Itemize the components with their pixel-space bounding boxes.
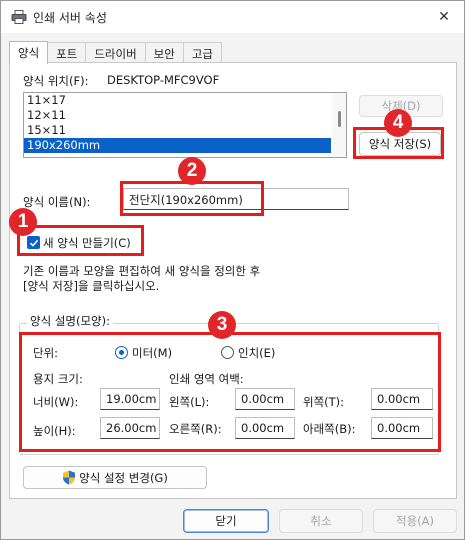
annotation-box-2 bbox=[120, 181, 264, 216]
list-item[interactable]: 11×17 bbox=[24, 93, 331, 108]
form-name-label: 양식 이름(N): bbox=[23, 195, 91, 209]
annotation-badge-3: 3 bbox=[208, 311, 236, 339]
close-icon[interactable]: ✕ bbox=[431, 5, 457, 29]
forms-location-value: DESKTOP-MFC9VOF bbox=[107, 73, 220, 87]
list-item[interactable]: 15×11 bbox=[24, 123, 331, 138]
apply-button[interactable]: 적용(A) bbox=[373, 509, 457, 533]
forms-list[interactable]: 11×17 12×11 15×11 190x260mm bbox=[23, 92, 347, 158]
list-scrollbar[interactable] bbox=[332, 93, 346, 157]
cancel-button[interactable]: 취소 bbox=[279, 509, 363, 533]
annotation-badge-4: 4 bbox=[384, 109, 412, 137]
list-item-selected[interactable]: 190x260mm bbox=[24, 138, 331, 153]
scrollbar-thumb[interactable] bbox=[338, 111, 341, 127]
uac-shield-icon bbox=[63, 470, 76, 485]
annotation-badge-1: 1 bbox=[9, 208, 37, 236]
annotation-box-3 bbox=[19, 332, 441, 452]
forms-location-label: 양식 위치(F): bbox=[23, 74, 89, 88]
tab-drivers[interactable]: 드라이버 bbox=[85, 42, 146, 63]
close-button[interactable]: 닫기 bbox=[183, 509, 269, 533]
tab-advanced[interactable]: 고급 bbox=[182, 42, 223, 63]
title-bar: 인쇄 서버 속성 ✕ bbox=[1, 1, 464, 33]
annotation-box-1 bbox=[17, 225, 144, 256]
instruction-line-2: [양식 저장]을 클릭하십시오. bbox=[23, 279, 160, 293]
tab-bar: 양식 포트 드라이버 보안 고급 bbox=[9, 41, 223, 64]
printer-icon bbox=[11, 10, 27, 24]
change-form-settings-label: 양식 설정 변경(G) bbox=[79, 470, 168, 485]
form-description-title: 양식 설명(모양): bbox=[27, 313, 113, 329]
print-server-properties-window: 인쇄 서버 속성 ✕ 양식 포트 드라이버 보안 고급 양식 위치(F): DE… bbox=[0, 0, 465, 540]
annotation-badge-2: 2 bbox=[178, 157, 206, 185]
list-item[interactable]: 12×11 bbox=[24, 108, 331, 123]
instruction-line-1: 기존 이름과 모양을 편집하여 새 양식을 정의한 후 bbox=[23, 264, 261, 278]
tab-security[interactable]: 보안 bbox=[144, 42, 184, 63]
tab-forms[interactable]: 양식 bbox=[9, 41, 49, 64]
change-form-settings-button[interactable]: 양식 설정 변경(G) bbox=[23, 466, 207, 489]
tab-ports[interactable]: 포트 bbox=[47, 42, 87, 63]
window-title: 인쇄 서버 속성 bbox=[33, 11, 107, 25]
